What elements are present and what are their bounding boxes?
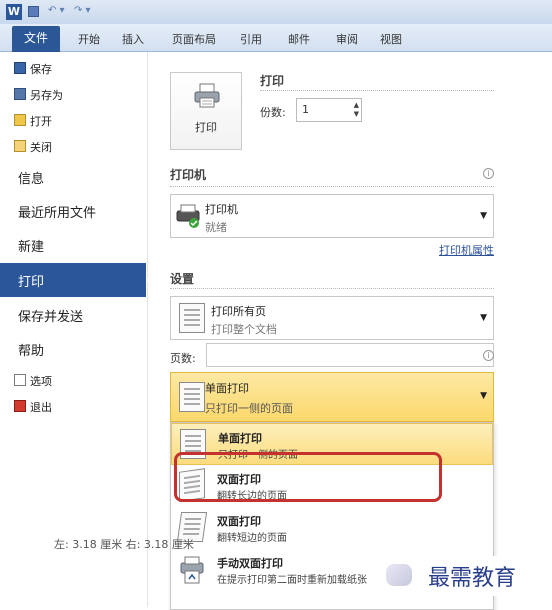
printer-properties-link[interactable]: 打印机属性 [439, 242, 494, 258]
nav-save-send[interactable]: 保存并发送 [18, 306, 83, 325]
watermark-text: 最需教育 [428, 566, 517, 591]
open-folder-icon [14, 114, 26, 126]
printer-name: 打印机 [205, 203, 238, 216]
printer-status: 就绪 [205, 221, 227, 234]
copies-value: 1 [302, 103, 309, 116]
close-folder-icon [14, 140, 26, 152]
ribbon-tabs: 开始 插入 页面布局 引用 邮件 审阅 视图 [0, 24, 552, 52]
watermark-logo-icon [386, 564, 412, 586]
printer-icon [194, 83, 220, 108]
divider [170, 288, 494, 289]
nav-save[interactable]: 保存 [30, 61, 52, 77]
print-title: 打印 [260, 74, 285, 88]
copies-label: 份数: [260, 106, 286, 119]
nav-options[interactable]: 选项 [30, 373, 52, 389]
pages-input[interactable] [206, 343, 494, 367]
print-range-desc: 打印整个文档 [211, 323, 277, 336]
tab-file[interactable]: 文件 [12, 26, 60, 52]
save-as-icon [14, 88, 26, 100]
backstage-nav: 保存 另存为 打开 关闭 信息 最近所用文件 新建 保存并发送 帮助 选项 退出 [0, 52, 148, 607]
printer-ready-icon [176, 204, 200, 228]
print-range-title: 打印所有页 [211, 305, 266, 318]
nav-open[interactable]: 打开 [30, 113, 52, 129]
all-pages-icon [179, 303, 205, 333]
watermark: 最需教育 [380, 556, 552, 596]
nav-help[interactable]: 帮助 [18, 340, 44, 359]
tab-references[interactable]: 引用 [240, 31, 262, 47]
divider [170, 186, 494, 187]
margins-text: 左: 3.18 厘米 右: 3.18 厘米 [54, 538, 194, 551]
nav-info[interactable]: 信息 [18, 168, 44, 187]
printer-section-title: 打印机 [170, 168, 207, 182]
title-bar: W ↶ ▾ ↷ ▾ [0, 0, 552, 24]
print-panel: 打印 打印 份数: 1 ▲ ▼ 打印机 i 打印机 就绪 ▼ 打印机属性 设置 打… [150, 52, 552, 610]
nav-print[interactable]: 打印 [0, 263, 154, 297]
print-button[interactable]: 打印 [170, 72, 242, 150]
duplex-select[interactable]: 单面打印 只打印一侧的页面 ▼ [170, 372, 494, 422]
menu-item-title: 单面打印 [218, 432, 262, 445]
nav-exit[interactable]: 退出 [30, 399, 52, 415]
info-icon[interactable]: i [483, 168, 494, 179]
settings-section-title: 设置 [170, 272, 195, 286]
manual-duplex-icon [180, 556, 204, 584]
single-sided-icon [179, 382, 205, 412]
exit-icon [14, 400, 26, 412]
save-icon [14, 62, 26, 74]
duplex-select-title: 单面打印 [205, 382, 249, 395]
word-logo-icon: W [6, 4, 22, 20]
info-icon[interactable]: i [483, 350, 494, 361]
nav-save-as[interactable]: 另存为 [30, 87, 63, 103]
copies-input[interactable]: 1 ▲ ▼ [296, 98, 362, 122]
menu-item-desc: 在提示打印第二面时重新加载纸张 [217, 575, 367, 586]
tab-review[interactable]: 审阅 [336, 31, 358, 47]
menu-item-duplex-short[interactable]: 双面打印 翻转短边的页面 [171, 507, 493, 549]
menu-item-desc: 翻转短边的页面 [217, 533, 287, 544]
print-range-select[interactable]: 打印所有页 打印整个文档 ▼ [170, 296, 494, 340]
tab-insert[interactable]: 插入 [122, 31, 144, 47]
nav-close[interactable]: 关闭 [30, 139, 52, 155]
pages-label: 页数: [170, 352, 196, 365]
chevron-down-icon: ▼ [480, 391, 487, 401]
menu-item-title: 手动双面打印 [217, 557, 283, 570]
tab-view[interactable]: 视图 [380, 31, 402, 47]
divider [260, 90, 494, 91]
options-icon [14, 374, 26, 386]
nav-print-label: 打印 [18, 275, 45, 290]
undo-icon[interactable]: ↶ ▾ [48, 5, 65, 16]
nav-recent[interactable]: 最近所用文件 [18, 202, 96, 221]
tab-mailings[interactable]: 邮件 [288, 31, 310, 47]
chevron-down-icon: ▼ [480, 211, 487, 221]
redo-icon[interactable]: ↷ ▾ [74, 5, 91, 16]
print-button-label: 打印 [195, 121, 217, 134]
chevron-down-icon: ▼ [480, 313, 487, 323]
printer-select[interactable]: 打印机 就绪 ▼ [170, 194, 494, 238]
nav-new[interactable]: 新建 [18, 236, 44, 255]
copies-spinner-icon[interactable]: ▲ ▼ [354, 101, 359, 119]
menu-item-title: 双面打印 [217, 515, 261, 528]
duplex-select-desc: 只打印一侧的页面 [205, 402, 293, 415]
tab-page-layout[interactable]: 页面布局 [172, 31, 216, 47]
highlight-annotation [174, 452, 442, 502]
tab-home[interactable]: 开始 [78, 31, 100, 47]
quick-save-icon[interactable] [28, 6, 39, 17]
